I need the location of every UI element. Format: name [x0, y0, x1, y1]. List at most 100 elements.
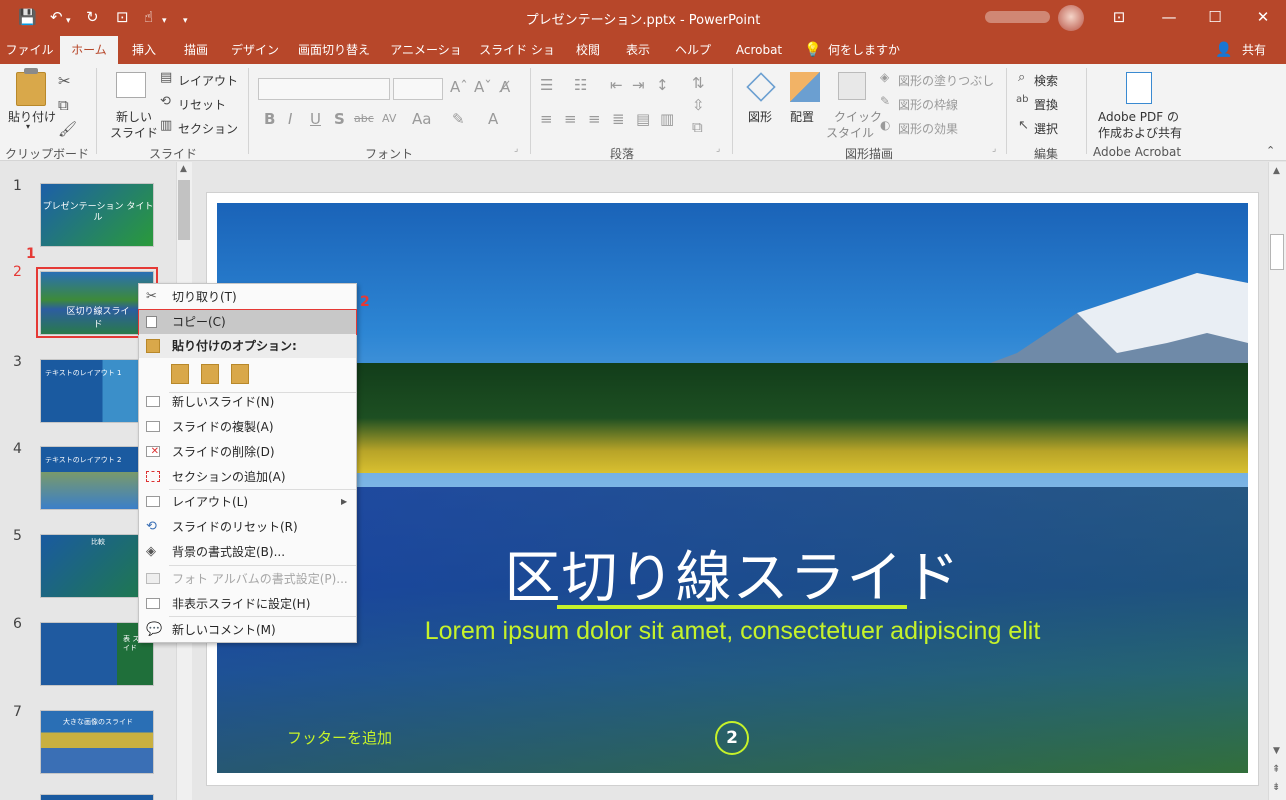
bullets-icon[interactable]: ☰ — [540, 76, 553, 94]
tell-me-search[interactable]: 何をしますか — [828, 36, 908, 64]
menu-item-hide-slide[interactable]: 非表示スライドに設定(H) — [139, 592, 356, 616]
shape-effect-button[interactable]: 図形の効果 — [898, 120, 958, 137]
font-size-combo[interactable] — [393, 78, 443, 100]
align-text-icon[interactable]: ⇳ — [692, 96, 705, 114]
slide-subtitle[interactable]: Lorem ipsum dolor sit amet, consectetuer… — [217, 617, 1248, 646]
font-color-button[interactable]: A — [488, 110, 498, 128]
text-direction-icon[interactable]: ⇅ — [692, 74, 705, 92]
arrange-icon[interactable] — [790, 72, 820, 102]
new-slide-label-2[interactable]: スライド — [110, 124, 158, 141]
share-button[interactable]: 共有 — [1236, 36, 1272, 64]
slide-thumbnail-6[interactable]: 表 スライド — [40, 622, 154, 686]
select-button[interactable]: 選択 — [1034, 120, 1058, 137]
current-slide[interactable]: 区切り線スライド Lorem ipsum dolor sit amet, con… — [217, 203, 1248, 773]
line-spacing-icon[interactable]: ↕ — [656, 76, 669, 94]
quick-styles-label-1[interactable]: クイック — [834, 108, 882, 125]
slide-thumbnail-7[interactable]: 大きな画像のスライド — [40, 710, 154, 774]
create-pdf-label-2[interactable]: 作成および共有 — [1098, 124, 1182, 141]
increase-indent-icon[interactable]: ⇥ — [632, 76, 645, 94]
arrange-button[interactable]: 配置 — [790, 108, 814, 125]
close-button[interactable]: ✕ — [1248, 6, 1278, 28]
menu-item-duplicate-slide[interactable]: スライドの複製(A) — [139, 415, 356, 439]
quick-styles-label-2[interactable]: スタイル — [826, 124, 874, 141]
shrink-font-icon[interactable]: Aˇ — [474, 78, 492, 96]
slide-thumbnail-8[interactable] — [40, 794, 154, 800]
grow-font-icon[interactable]: Aˆ — [450, 78, 468, 96]
menu-item-new-comment[interactable]: 💬 新しいコメント(M) — [139, 618, 356, 642]
slide-footer[interactable]: フッターを追加 — [287, 727, 392, 748]
font-dialog-launcher-icon[interactable]: ⌟ — [514, 144, 518, 154]
shapes-button[interactable]: 図形 — [748, 108, 772, 125]
tab-review[interactable]: 校閲 — [568, 36, 608, 64]
find-button[interactable]: 検索 — [1034, 72, 1058, 89]
tab-view[interactable]: 表示 — [618, 36, 658, 64]
underline-button[interactable]: U — [310, 110, 321, 128]
paste-use-destination-theme-icon[interactable] — [171, 364, 189, 384]
slide-scroll-thumb[interactable] — [1270, 234, 1284, 270]
shape-outline-button[interactable]: 図形の枠線 — [898, 96, 958, 113]
numbering-icon[interactable]: ☷ — [574, 76, 587, 94]
justify-icon[interactable]: ≣ — [612, 110, 625, 128]
ribbon-display-options-button[interactable]: ⊡ — [1104, 6, 1134, 28]
clear-format-icon[interactable]: A̸ — [500, 78, 510, 96]
maximize-button[interactable]: ☐ — [1200, 6, 1230, 28]
tab-transitions[interactable]: 画面切り替え — [294, 36, 374, 64]
cut-icon[interactable]: ✂ — [58, 72, 71, 90]
align-center-icon[interactable]: ≡ — [564, 110, 577, 128]
slide-thumbnail-5[interactable]: 比較 — [40, 534, 154, 598]
italic-button[interactable]: I — [288, 110, 292, 128]
menu-item-new-slide[interactable]: 新しいスライド(N) — [139, 390, 356, 414]
slide-thumbnail-2[interactable]: 区切り線スライド — [40, 271, 154, 335]
scroll-down-icon[interactable]: ▼ — [1273, 746, 1280, 756]
columns-icon[interactable]: ▥ — [660, 110, 674, 128]
menu-item-layout[interactable]: レイアウト(L) ▶ — [139, 490, 356, 514]
tab-help[interactable]: ヘルプ — [668, 36, 718, 64]
paste-keep-source-format-icon[interactable] — [201, 364, 219, 384]
section-button[interactable]: セクション — [178, 120, 238, 137]
menu-item-delete-slide[interactable]: ✕ スライドの削除(D) — [139, 440, 356, 464]
paragraph-dialog-launcher-icon[interactable]: ⌟ — [716, 144, 720, 154]
strikethrough-button[interactable]: abc — [354, 112, 374, 125]
slide-thumbnail-1[interactable]: プレゼンテーション タイトル — [40, 183, 154, 247]
bold-button[interactable]: B — [264, 110, 275, 128]
tab-animations[interactable]: アニメーション — [386, 36, 466, 85]
slide-thumbnail-3[interactable]: テキストのレイアウト 1 — [40, 359, 154, 423]
slide-number-badge[interactable]: 2 — [715, 721, 749, 755]
tab-draw[interactable]: 描画 — [176, 36, 216, 64]
tab-design[interactable]: デザイン — [226, 36, 284, 64]
create-pdf-label-1[interactable]: Adobe PDF の — [1098, 108, 1179, 125]
tab-insert[interactable]: 挿入 — [124, 36, 164, 64]
menu-item-format-background[interactable]: ◈ 背景の書式設定(B)... — [139, 540, 356, 564]
slide-thumbnail-4[interactable]: テキストのレイアウト 2 — [40, 446, 154, 510]
previous-slide-icon[interactable]: ⇞ — [1272, 764, 1280, 775]
new-slide-label-1[interactable]: 新しい — [116, 108, 152, 125]
menu-item-add-section[interactable]: セクションの追加(A) — [139, 465, 356, 489]
distributed-icon[interactable]: ▤ — [636, 110, 650, 128]
create-pdf-icon[interactable] — [1126, 72, 1152, 104]
shapes-icon[interactable] — [746, 72, 776, 102]
font-name-combo[interactable] — [258, 78, 390, 100]
menu-item-cut[interactable]: ✂ 切り取り(T) — [139, 285, 356, 309]
collapse-ribbon-icon[interactable]: ⌃ — [1266, 144, 1275, 157]
replace-button[interactable]: 置換 — [1034, 96, 1058, 113]
shadow-button[interactable]: S — [334, 110, 345, 128]
align-left-icon[interactable]: ≡ — [540, 110, 553, 128]
quick-styles-icon[interactable] — [838, 72, 866, 100]
menu-item-reset-slide[interactable]: ⟲ スライドのリセット(R) — [139, 515, 356, 539]
next-slide-icon[interactable]: ⇟ — [1272, 782, 1280, 793]
paste-icon[interactable] — [16, 72, 46, 106]
slide-title[interactable]: 区切り線スライド — [217, 533, 1248, 614]
minimize-button[interactable]: — — [1154, 6, 1184, 28]
tab-file[interactable]: ファイル — [2, 36, 57, 64]
tab-home[interactable]: ホーム — [60, 36, 118, 64]
avatar[interactable] — [1058, 5, 1084, 31]
smartart-icon[interactable]: ⧉ — [692, 118, 703, 136]
tab-acrobat[interactable]: Acrobat — [728, 36, 790, 64]
shape-fill-button[interactable]: 図形の塗りつぶし — [898, 72, 994, 89]
change-case-button[interactable]: Aa — [412, 110, 431, 128]
reset-button[interactable]: リセット — [178, 96, 226, 113]
format-painter-icon[interactable]: 🖌 — [58, 120, 77, 138]
paste-dropdown-icon[interactable]: ▾ — [26, 122, 30, 131]
copy-icon[interactable]: ⧉ — [58, 96, 69, 114]
paste-picture-icon[interactable] — [231, 364, 249, 384]
